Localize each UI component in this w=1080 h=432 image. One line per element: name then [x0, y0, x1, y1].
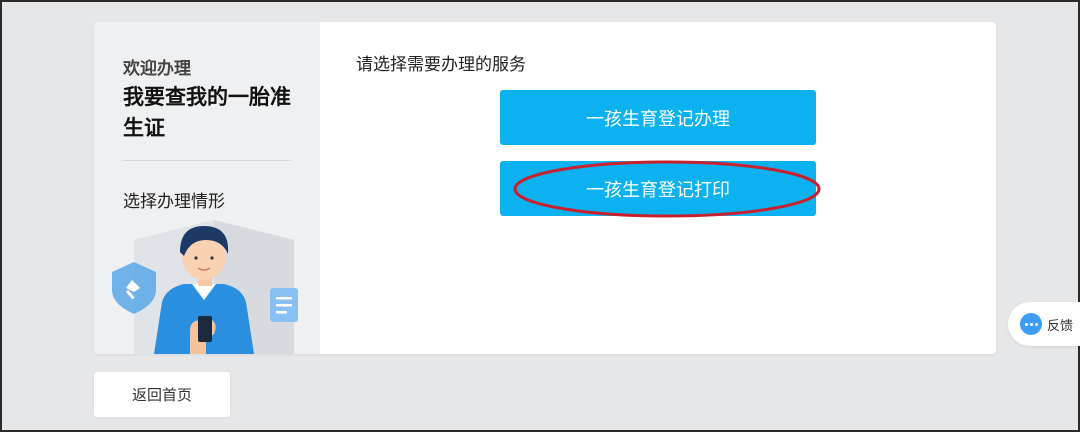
user-illustration — [112, 220, 298, 354]
service-button-print[interactable]: 一孩生育登记打印 — [500, 161, 816, 216]
chat-bubble-icon — [1020, 313, 1042, 335]
page-title: 我要查我的一胎准生证 — [123, 85, 291, 140]
service-card: 欢迎办理 我要查我的一胎准生证 选择办理情形 请选择需要办理的服务 一孩生育登记… — [94, 22, 996, 354]
page-frame: 欢迎办理 我要查我的一胎准生证 选择办理情形 请选择需要办理的服务 一孩生育登记… — [0, 0, 1080, 432]
service-button-register[interactable]: 一孩生育登记办理 — [500, 90, 816, 145]
sidebar-divider — [123, 160, 291, 161]
phone-icon — [198, 316, 212, 342]
service-prompt: 请选择需要办理的服务 — [356, 55, 526, 75]
feedback-label: 反馈 — [1047, 318, 1074, 334]
sidebar-panel: 欢迎办理 我要查我的一胎准生证 选择办理情形 — [94, 22, 320, 354]
feedback-button[interactable]: 反馈 — [1008, 302, 1080, 346]
back-home-button[interactable]: 返回首页 — [94, 372, 230, 417]
welcome-label: 欢迎办理 — [123, 59, 191, 79]
